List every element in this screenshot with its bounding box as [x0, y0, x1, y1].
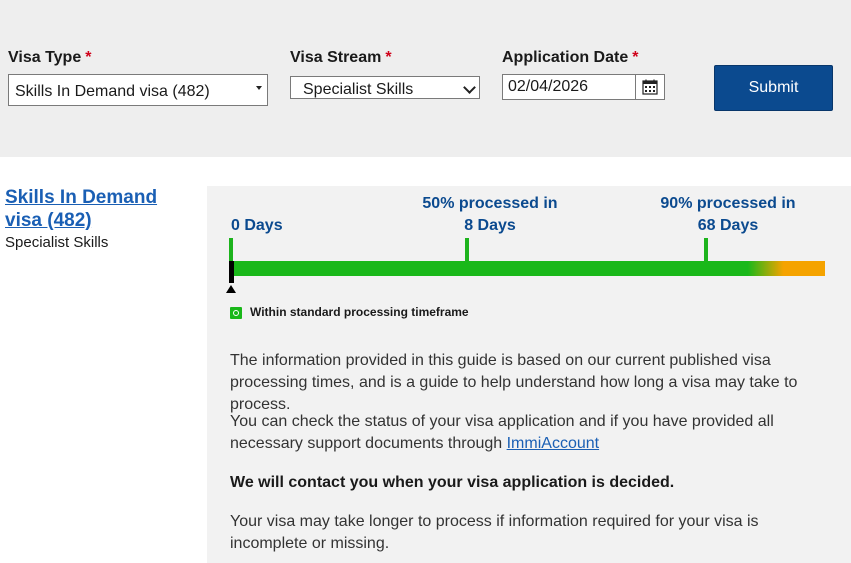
- visa-stream-text: Specialist Skills: [5, 234, 109, 251]
- visa-title-link[interactable]: Skills In Demand visa (482): [5, 186, 195, 232]
- required-mark: *: [632, 49, 639, 66]
- timeline-end-days: 68 Days: [697, 217, 759, 234]
- timeline-start-label: 0 Days: [231, 215, 283, 237]
- status-text: Within standard processing timeframe: [250, 305, 469, 319]
- current-position-pointer-icon: [226, 285, 236, 293]
- clock-icon: [230, 307, 242, 319]
- timeline-mid-days: 8 Days: [464, 217, 516, 234]
- application-date-input[interactable]: 02/04/2026: [502, 74, 636, 100]
- visa-type-value: Skills In Demand visa (482): [15, 83, 210, 100]
- application-date-value: 02/04/2026: [508, 78, 589, 95]
- info-paragraph: The information provided in this guide i…: [230, 352, 798, 413]
- timeline-mid-title: 50% processed in: [422, 195, 558, 212]
- contact-notice: We will contact you when your visa appli…: [230, 474, 675, 491]
- timeline-end-title: 90% processed in: [660, 195, 796, 212]
- timeline-end-tick: [704, 238, 708, 262]
- visa-stream-select[interactable]: Specialist Skills: [290, 76, 480, 99]
- visa-type-select[interactable]: Skills In Demand visa (482): [8, 74, 268, 106]
- timeline-mid-tick: [465, 238, 469, 262]
- status-check-text: You can check the status of your visa ap…: [230, 413, 774, 452]
- immiaccount-link[interactable]: ImmiAccount: [507, 435, 599, 452]
- delay-notice: Your visa may take longer to process if …: [230, 513, 759, 552]
- calendar-button[interactable]: [635, 74, 665, 100]
- visa-stream-label: Visa Stream *: [290, 49, 392, 66]
- timeline-end-label: 90% processed in 68 Days: [653, 193, 803, 237]
- timeline-start-tick: [229, 238, 233, 262]
- search-form: Visa Type * Skills In Demand visa (482) V…: [0, 0, 851, 157]
- timeline-start-days: 0 Days: [231, 217, 283, 234]
- application-date-label: Application Date *: [502, 49, 639, 66]
- required-mark: *: [385, 49, 392, 66]
- dropdown-caret-icon: [256, 86, 262, 90]
- visa-stream-value: Specialist Skills: [303, 81, 414, 98]
- submit-button[interactable]: Submit: [714, 65, 833, 111]
- status-check-paragraph: You can check the status of your visa ap…: [230, 411, 830, 455]
- chevron-down-icon: [463, 81, 476, 94]
- calendar-icon: [642, 79, 658, 95]
- processing-time-bar: [231, 261, 825, 276]
- timeline-start-marker: [229, 261, 234, 283]
- timeline-mid-label: 50% processed in 8 Days: [415, 193, 565, 237]
- required-mark: *: [85, 49, 92, 66]
- visa-type-label: Visa Type *: [8, 49, 92, 66]
